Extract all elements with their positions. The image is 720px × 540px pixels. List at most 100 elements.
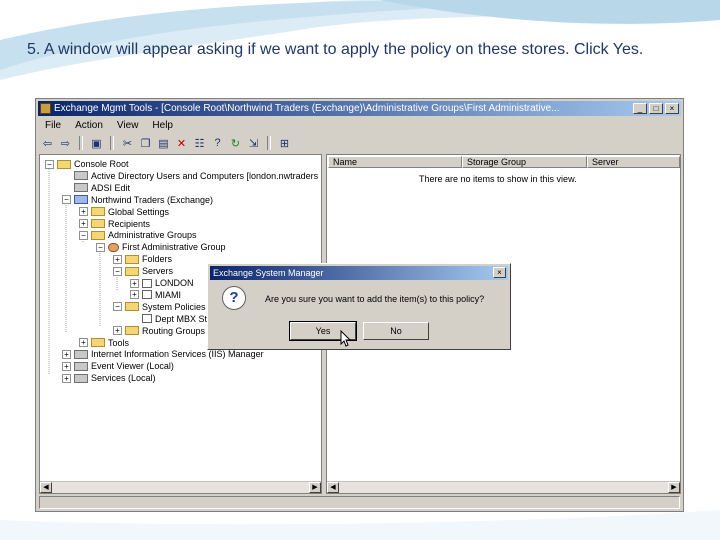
tree-item[interactable]: − Northwind Traders (Exchange) — [62, 194, 213, 206]
tree-item[interactable]: − Administrative Groups — [79, 229, 197, 241]
window-title: Exchange Mgmt Tools - [Console Root\Nort… — [54, 103, 560, 114]
server-icon — [142, 314, 152, 324]
scroll-left-arrow[interactable]: ◀ — [40, 482, 52, 493]
up-folder-icon[interactable]: ▣ — [89, 136, 104, 150]
paste-icon[interactable]: ▤ — [156, 136, 171, 150]
server-icon — [142, 290, 152, 300]
menu-view[interactable]: View — [112, 119, 148, 133]
help-icon[interactable]: ? — [210, 136, 225, 150]
expand-icon[interactable]: + — [113, 326, 122, 336]
export-icon[interactable]: ⇲ — [246, 136, 261, 150]
expand-icon[interactable]: + — [62, 361, 71, 371]
expand-icon[interactable]: + — [79, 338, 88, 347]
column-header-storage-group[interactable]: Storage Group — [462, 156, 587, 168]
collapse-icon[interactable]: − — [96, 242, 105, 252]
help-book-icon[interactable]: ⊞ — [277, 136, 292, 150]
app-icon — [40, 103, 51, 114]
dialog-title: Exchange System Manager — [213, 268, 324, 278]
tree-item[interactable]: + MIAMI — [130, 289, 181, 301]
expand-icon[interactable]: + — [130, 290, 139, 300]
folder-icon — [91, 230, 105, 240]
tree-item[interactable]: Active Directory Users and Computers [lo… — [62, 170, 318, 182]
refresh-icon[interactable]: ↻ — [228, 136, 243, 150]
delete-icon[interactable]: ✕ — [174, 136, 189, 150]
maximize-button[interactable]: □ — [649, 103, 663, 114]
collapse-icon[interactable]: − — [113, 302, 122, 312]
tree-item[interactable]: ADSI Edit — [62, 182, 130, 194]
tree-item-label: Console Root — [74, 159, 129, 169]
dialog-titlebar[interactable]: Exchange System Manager × — [210, 266, 508, 280]
close-window-button[interactable]: × — [665, 103, 679, 114]
menu-help[interactable]: Help — [147, 119, 182, 133]
folder-icon — [125, 326, 139, 336]
collapse-icon[interactable]: − — [45, 159, 54, 169]
tree-item[interactable]: + Global Settings — [79, 206, 169, 218]
folder-icon — [91, 207, 105, 217]
results-hscrollbar[interactable]: ◀ ▶ — [327, 481, 680, 493]
expand-icon[interactable]: + — [113, 254, 122, 264]
tree-item-label: Active Directory Users and Computers [lo… — [91, 170, 319, 181]
expand-icon[interactable]: + — [130, 278, 139, 288]
menu-bar: File Action View Help — [40, 119, 182, 133]
empty-list-message: There are no items to show in this view. — [419, 174, 577, 184]
tree-item[interactable]: Dept MBX Stor — [130, 313, 215, 325]
tree-item[interactable]: + Event Viewer (Local) — [62, 360, 174, 372]
tree-item-label: LONDON — [155, 278, 194, 288]
tree-item[interactable]: + LONDON — [130, 277, 194, 289]
tree-item-label: Folders — [142, 254, 173, 265]
minimize-button[interactable]: _ — [633, 103, 647, 114]
status-bar — [39, 496, 680, 509]
toolbar-separator — [267, 136, 271, 150]
snapin-icon — [74, 349, 88, 359]
tree-item-label: Administrative Groups — [108, 230, 197, 241]
tree-item-label: Services (Local) — [91, 373, 156, 384]
scroll-right-arrow[interactable]: ▶ — [309, 482, 321, 493]
question-icon: ? — [222, 286, 246, 310]
tree-item[interactable]: − Console Root — [45, 158, 129, 170]
snapin-icon — [74, 183, 88, 193]
dialog-close-button[interactable]: × — [493, 267, 506, 278]
collapse-icon[interactable]: − — [62, 195, 71, 205]
collapse-icon[interactable]: − — [113, 266, 122, 276]
scroll-left-arrow[interactable]: ◀ — [327, 482, 339, 493]
tree-item[interactable]: + Recipients — [79, 218, 150, 230]
menu-action[interactable]: Action — [70, 119, 112, 133]
tree-item[interactable]: − Servers — [113, 265, 173, 277]
menu-file[interactable]: File — [40, 119, 70, 133]
window-titlebar[interactable]: Exchange Mgmt Tools - [Console Root\Nort… — [38, 101, 681, 116]
expand-icon[interactable]: + — [62, 373, 71, 383]
no-button[interactable]: No — [363, 322, 429, 340]
tree-item[interactable]: − System Policies — [113, 301, 206, 313]
folder-icon — [125, 254, 139, 264]
tree-item-label: Tools — [108, 337, 130, 348]
collapse-icon[interactable]: − — [79, 230, 88, 240]
toolbar-separator — [110, 136, 114, 150]
tree-item[interactable]: − First Administrative Group — [96, 241, 226, 253]
tree-item[interactable]: + Services (Local) — [62, 372, 156, 384]
mouse-cursor-icon — [340, 330, 352, 347]
dialog-message: Are you sure you want to add the item(s)… — [265, 294, 485, 304]
tree-item[interactable]: + Internet Information Services (IIS) Man… — [62, 348, 264, 360]
tree-item-label: First Administrative Group — [122, 242, 226, 253]
snapin-icon — [74, 361, 88, 371]
snapin-icon — [74, 373, 88, 383]
properties-icon[interactable]: ☷ — [192, 136, 207, 150]
folder-icon — [91, 338, 105, 347]
expand-icon[interactable]: + — [79, 219, 88, 228]
tree-item[interactable]: + Tools — [79, 337, 129, 349]
forward-icon[interactable]: ⇨ — [58, 136, 73, 150]
column-header-server[interactable]: Server — [587, 156, 680, 168]
tree-item[interactable]: + Folders — [113, 253, 172, 265]
scroll-right-arrow[interactable]: ▶ — [668, 482, 680, 493]
snapin-icon — [108, 242, 119, 252]
copy-icon[interactable]: ❐ — [138, 136, 153, 150]
confirm-dialog: Exchange System Manager × ? Are you sure… — [207, 263, 511, 350]
tree-hscrollbar[interactable]: ◀ ▶ — [40, 481, 321, 493]
cut-icon[interactable]: ✂ — [120, 136, 135, 150]
expand-icon[interactable]: + — [62, 349, 71, 359]
column-header-name[interactable]: Name — [328, 156, 462, 168]
back-icon[interactable]: ⇦ — [40, 136, 55, 150]
expand-icon[interactable]: + — [79, 207, 88, 217]
tree-item[interactable]: + Routing Groups — [113, 325, 205, 337]
